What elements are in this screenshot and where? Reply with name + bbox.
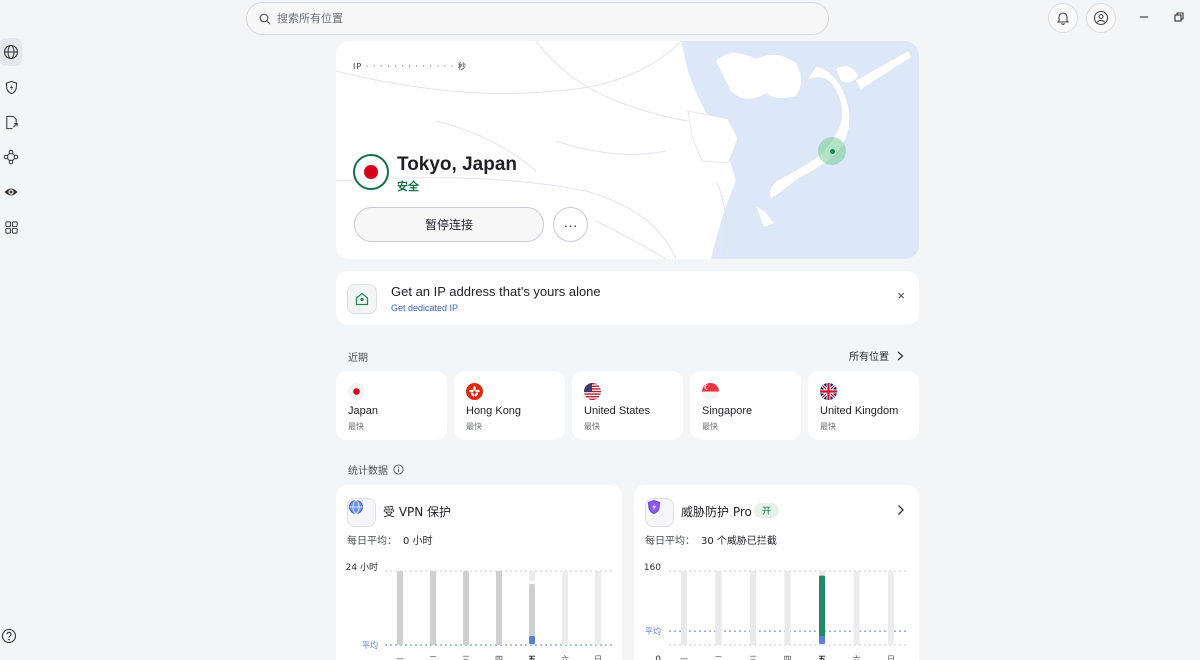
recent-location-card[interactable]: Hong Kong 最快 (454, 371, 565, 440)
globe-icon (3, 44, 19, 60)
day-label: 四 (784, 655, 792, 660)
sidebar-item-meshnet[interactable] (0, 143, 22, 171)
vpn-usage-chart: 24 小时平均一 二 三 四 五 六 日 (346, 561, 613, 660)
day-label: 一 (680, 655, 688, 660)
day-label: 一 (396, 655, 404, 660)
all-locations-link[interactable]: 所有位置 (849, 348, 904, 363)
bar-track (529, 571, 535, 581)
ip-info: IP · · · · · · · · · · · · · 秒 (353, 62, 467, 71)
recent-location-card[interactable]: Japan 最快 (336, 371, 447, 440)
search-input[interactable] (277, 12, 777, 25)
bar-track (529, 584, 535, 645)
vpn-protection-stats-card[interactable]: 受 VPN 保护 每日平均： 0 小时 24 小时 平均一二三四五六日 (336, 485, 622, 660)
shield-bolt-icon (5, 80, 17, 94)
search-icon (259, 13, 271, 24)
japan-flag-icon (348, 383, 365, 400)
connection-status: 安全 (397, 180, 419, 193)
day-label: 五 (818, 655, 826, 660)
search-bar[interactable] (246, 2, 829, 35)
bar-track (430, 571, 436, 645)
apps-grid-icon (4, 220, 18, 234)
bar-track (853, 571, 860, 645)
sidebar-item-vpn[interactable] (0, 38, 22, 66)
sidebar-item-dark-web-monitor[interactable] (0, 178, 22, 206)
bar-track (463, 571, 469, 645)
location-pin-icon[interactable] (818, 137, 846, 165)
recent-location-card[interactable]: United States 最快 (572, 371, 683, 440)
day-label: 日 (887, 655, 895, 660)
promo-title: Get an IP address that's yours alone (391, 284, 601, 299)
bar-track (715, 571, 722, 645)
bar-value (819, 575, 825, 639)
chevron-right-icon (897, 351, 904, 360)
bell-icon (1056, 12, 1070, 25)
today-marker (819, 636, 825, 644)
sidebar-item-threat-protection[interactable] (0, 73, 22, 101)
file-export-icon (5, 115, 18, 129)
restore-button[interactable] (1170, 8, 1188, 26)
day-label: 六 (561, 654, 569, 660)
account-icon (1093, 10, 1109, 26)
notifications-button[interactable] (1048, 3, 1078, 33)
united-kingdom-flag-icon (820, 383, 837, 400)
home-location-icon (347, 284, 377, 314)
today-marker (529, 636, 535, 644)
sidebar-item-more-apps[interactable] (0, 213, 22, 241)
restore-icon (1174, 12, 1184, 22)
mesh-icon (3, 149, 19, 165)
help-button[interactable] (1, 628, 17, 649)
country-flag (353, 154, 389, 190)
bar-track (681, 571, 687, 645)
bar-track (888, 571, 894, 645)
day-label: 二 (429, 655, 437, 660)
bar-track (562, 571, 568, 645)
day-label: 日 (594, 655, 602, 660)
day-label: 二 (715, 655, 723, 660)
day-label: 三 (462, 655, 470, 660)
more-options-button[interactable]: ··· (553, 207, 588, 242)
day-label: 四 (495, 655, 503, 660)
threat-blocked-chart: 160 0 平均一 二 三 四 五 六 日 (644, 563, 906, 660)
bar-track (595, 571, 601, 645)
connected-location: Tokyo, Japan (397, 154, 518, 175)
day-label: 六 (853, 654, 861, 660)
recent-location-card[interactable]: Singapore 最快 (690, 371, 801, 440)
y-axis-min-label: 0 (655, 655, 661, 660)
average-marker-label: 平均 (645, 626, 661, 636)
hong-kong-flag-icon (466, 383, 483, 400)
account-button[interactable] (1086, 3, 1116, 33)
bar-track (750, 571, 756, 645)
japan-flag-icon (364, 165, 378, 179)
close-icon[interactable]: × (897, 288, 905, 303)
statistics-label: 统计数据 (348, 462, 404, 477)
connection-map-card: IP · · · · · · · · · · · · · 秒 Tokyo, Ja… (336, 41, 919, 259)
y-axis-max-label: 24 小时 (346, 561, 378, 573)
sidebar (0, 38, 24, 248)
singapore-flag-icon (702, 383, 719, 400)
dedicated-ip-promo: Get an IP address that's yours alone Get… (336, 271, 919, 325)
average-marker-label: 平均 (362, 640, 378, 650)
united-states-flag-icon (584, 383, 601, 400)
y-axis-max-label: 160 (644, 563, 661, 573)
eye-icon (4, 188, 18, 196)
get-dedicated-ip-link[interactable]: Get dedicated IP (391, 303, 458, 313)
info-icon[interactable] (393, 464, 404, 475)
pause-connection-button[interactable]: 暂停连接 (354, 207, 544, 242)
recent-label: 近期 (348, 353, 368, 364)
minimize-button[interactable] (1135, 8, 1153, 26)
day-label: 五 (528, 655, 536, 660)
minimize-icon (1140, 16, 1148, 18)
bar-track (397, 571, 403, 645)
threat-protection-stats-card[interactable]: 威胁防护 Pro 开 每日平均： 30 个威胁已拦截 160 0 平均一二三四五六日 (634, 485, 919, 660)
help-icon (1, 628, 17, 644)
recent-location-card[interactable]: United Kingdom 最快 (808, 371, 919, 440)
bar-track (784, 571, 791, 645)
sidebar-item-file-share[interactable] (0, 108, 22, 136)
day-label: 三 (749, 655, 757, 660)
bar-track (496, 571, 502, 645)
